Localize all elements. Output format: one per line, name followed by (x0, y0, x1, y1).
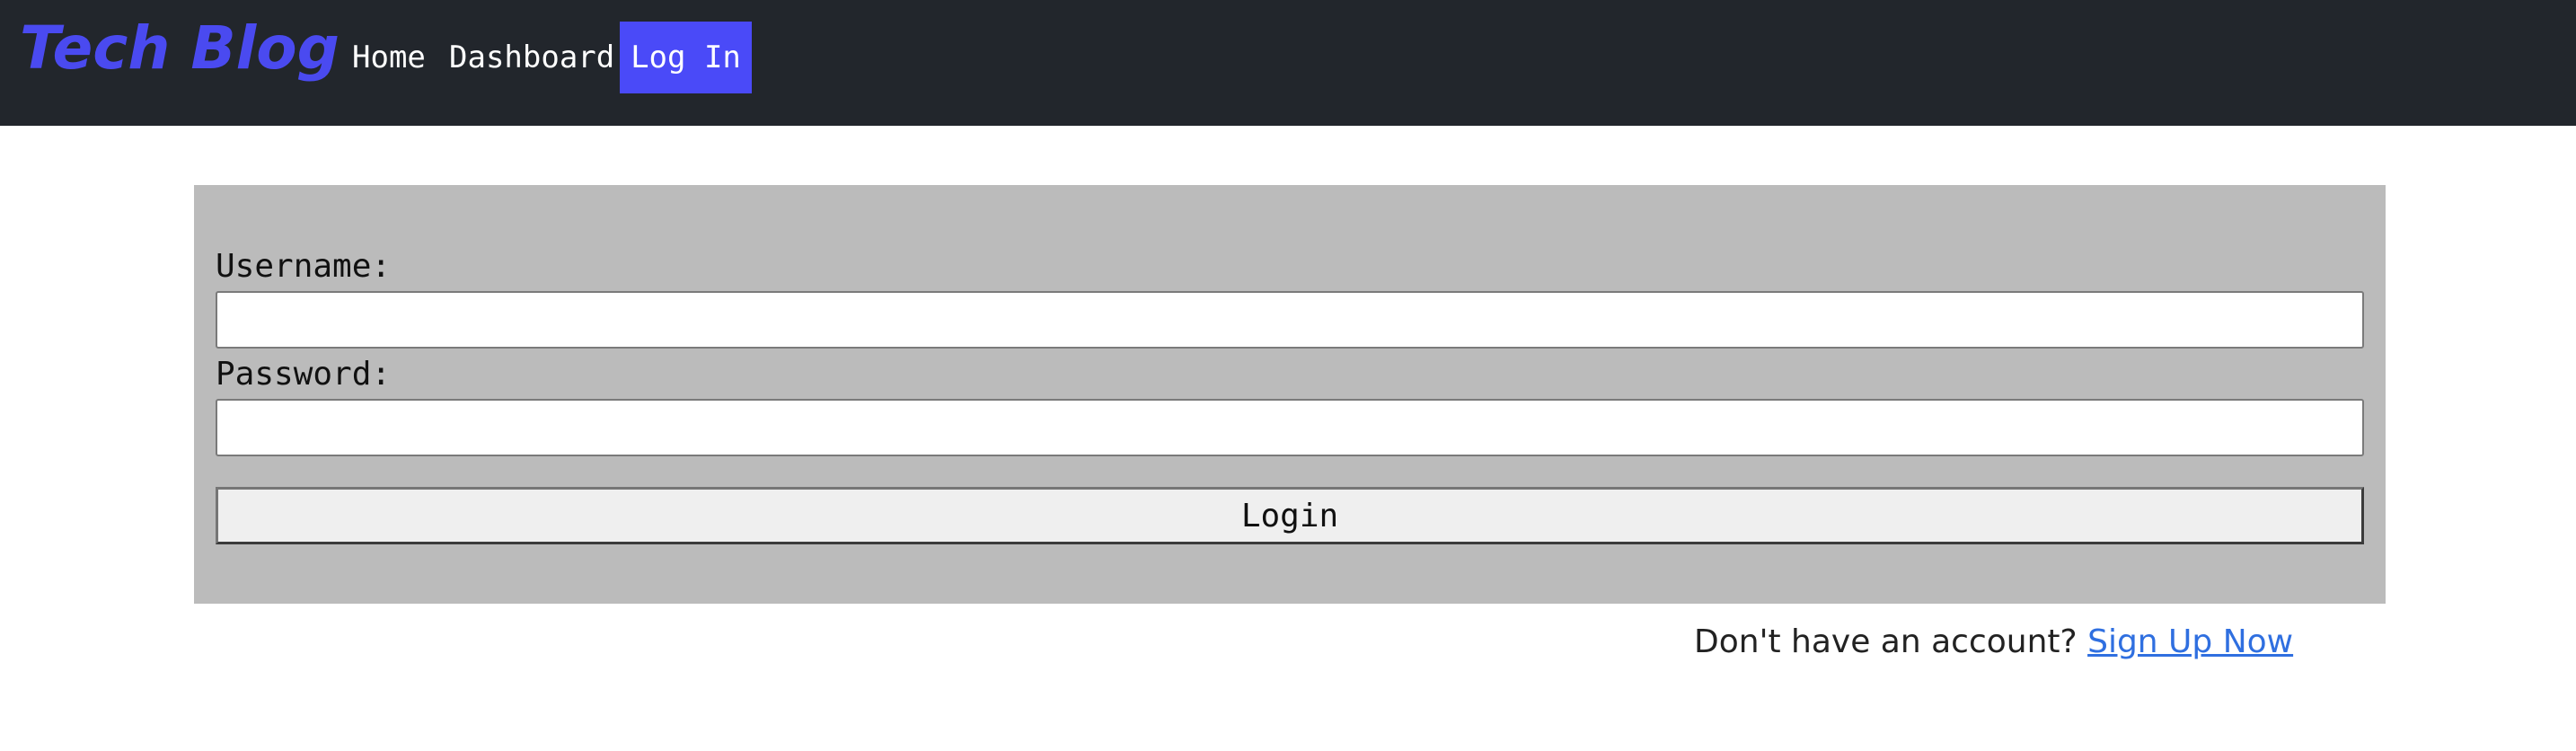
signup-prompt-text: Don't have an account? (1694, 623, 2078, 660)
login-button[interactable]: Login (216, 487, 2364, 544)
login-form: Username: Password: Login (194, 185, 2386, 604)
navbar: Tech Blog Home Dashboard Log In (0, 0, 2576, 126)
nav-link-home[interactable]: Home (338, 22, 440, 93)
nav-link-login[interactable]: Log In (620, 22, 752, 93)
brand-title[interactable]: Tech Blog (20, 9, 340, 88)
signup-link[interactable]: Sign Up Now (2087, 623, 2293, 660)
username-input[interactable] (216, 291, 2364, 349)
username-label: Username: (216, 248, 392, 285)
signup-prompt-row: Don't have an account? Sign Up Now (1694, 620, 2293, 665)
password-label: Password: (216, 356, 392, 393)
nav-link-dashboard[interactable]: Dashboard (435, 22, 629, 93)
password-input[interactable] (216, 399, 2364, 456)
